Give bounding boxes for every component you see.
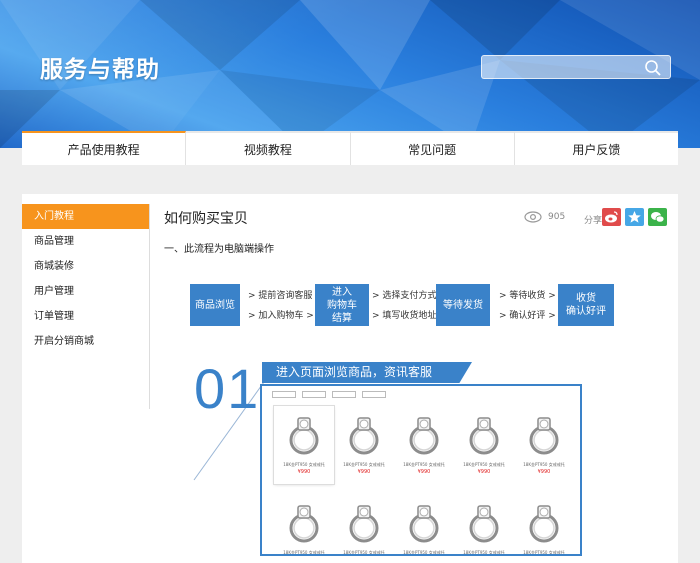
ring-image	[289, 417, 319, 455]
sidebar-item-store-decoration[interactable]: 商城装修	[22, 254, 149, 279]
filter-chip	[272, 391, 296, 398]
product-price: ¥990	[477, 469, 491, 475]
product-price: ¥990	[297, 469, 311, 475]
filter-chip	[362, 391, 386, 398]
tab-product-tutorial[interactable]: 产品使用教程	[22, 131, 187, 165]
ring-image	[289, 505, 319, 543]
ring-image	[469, 505, 499, 543]
tab-user-feedback[interactable]: 用户反馈	[514, 131, 678, 165]
product-name[interactable]: 18K金PT950 女戒戒托	[518, 462, 570, 468]
product-card[interactable]: 18K金PT950 女戒戒托¥990	[274, 494, 334, 554]
product-card[interactable]: 18K金PT950 女戒戒托¥990	[334, 406, 394, 484]
product-name[interactable]: 18K金PT950 女戒戒托	[278, 550, 330, 554]
search-icon[interactable]	[644, 59, 662, 77]
sidebar-item-user-management[interactable]: 用户管理	[22, 279, 149, 304]
hero-banner: 服务与帮助	[0, 0, 700, 148]
sidebar-item-product-management[interactable]: 商品管理	[22, 229, 149, 254]
product-card[interactable]: 18K金PT950 女戒戒托¥990	[394, 406, 454, 484]
product-price: ¥990	[357, 469, 371, 475]
filter-bar	[272, 391, 572, 399]
tab-faq[interactable]: 常见问题	[350, 131, 515, 165]
sidebar-item-getting-started[interactable]: 入门教程	[22, 204, 149, 229]
ring-image	[349, 417, 379, 455]
ring-image	[349, 505, 379, 543]
sidebar: 入门教程 商品管理 商城装修 用户管理 订单管理 开启分销商城	[22, 204, 150, 409]
tab-bar: 产品使用教程 视频教程 常见问题 用户反馈	[22, 131, 678, 165]
ring-image	[469, 417, 499, 455]
product-name[interactable]: 18K金PT950 女戒戒托	[518, 550, 570, 554]
product-price: ¥990	[537, 469, 551, 475]
product-card[interactable]: 18K金PT950 女戒戒托¥990	[334, 494, 394, 554]
filter-chip	[332, 391, 356, 398]
filter-chip	[302, 391, 326, 398]
search-box[interactable]	[481, 55, 671, 79]
sidebar-item-distribution-store[interactable]: 开启分销商城	[22, 329, 149, 354]
product-list-screenshot: 18K金PT950 女戒戒托 ¥990 18K金PT950 女戒戒托 ¥990 18K金…	[260, 384, 582, 556]
product-card[interactable]: 18K金PT950 女戒戒托¥990	[514, 406, 574, 484]
product-grid: 18K金PT950 女戒戒托 ¥990 18K金PT950 女戒戒托 ¥990 18K金…	[274, 406, 574, 554]
product-name[interactable]: 18K金PT950 女戒戒托	[338, 550, 390, 554]
product-card[interactable]: 18K金PT950 女戒戒托¥990	[394, 494, 454, 554]
article-content: 如何购买宝贝 905 分享至：	[164, 194, 678, 563]
product-name[interactable]: 18K金PT950 女戒戒托	[398, 550, 450, 554]
product-name[interactable]: 18K金PT950 女戒戒托	[458, 462, 510, 468]
product-card[interactable]: 18K金PT950 女戒戒托¥990	[514, 494, 574, 554]
search-input[interactable]	[488, 59, 638, 75]
product-card[interactable]: 18K金PT950 女戒戒托¥990	[454, 494, 514, 554]
product-name[interactable]: 18K金PT950 女戒戒托	[458, 550, 510, 554]
step-title: 进入页面浏览商品，资讯客服	[262, 362, 472, 383]
product-card[interactable]: 18K金PT950 女戒戒托¥990	[454, 406, 514, 484]
product-name[interactable]: 18K金PT950 女戒戒托	[398, 462, 450, 468]
tab-video-tutorial[interactable]: 视频教程	[186, 131, 351, 165]
product-name[interactable]: 18K金PT950 女戒戒托	[278, 462, 330, 468]
ring-image	[529, 505, 559, 543]
product-card[interactable]: 18K金PT950 女戒戒托¥990	[274, 406, 334, 484]
ring-image	[409, 505, 439, 543]
ring-image	[529, 417, 559, 455]
product-name[interactable]: 18K金PT950 女戒戒托	[338, 462, 390, 468]
banner-title: 服务与帮助	[40, 57, 160, 83]
main-panel: 入门教程 商品管理 商城装修 用户管理 订单管理 开启分销商城 如何购买宝贝 9…	[22, 194, 678, 563]
step-number: 01	[194, 357, 261, 420]
sidebar-item-order-management[interactable]: 订单管理	[22, 304, 149, 329]
product-price: ¥990	[417, 469, 431, 475]
ring-image	[409, 417, 439, 455]
